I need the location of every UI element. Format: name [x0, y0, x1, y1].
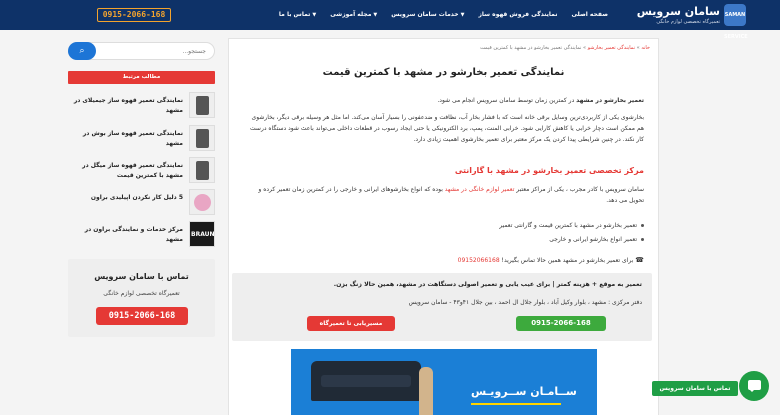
chevron-down-icon: ▼: [460, 11, 465, 18]
braun-logo-icon: BRAUN: [191, 231, 215, 238]
link-in-mashhad[interactable]: در مشهد: [445, 186, 467, 193]
banner-brand-text: ســامـان ســرویـس: [471, 385, 577, 398]
list-item: تعمیر بخارشو در مشهد با کمترین قیمت و گا…: [499, 222, 644, 229]
intro-text: در کمترین زمان توسط سامان سرویس انجام می…: [437, 97, 577, 104]
list-item-text: تعمیر انواع بخارشو ایرانی و خارجی: [549, 236, 637, 243]
list-item-text: تعمیر بخارشو در مشهد با کمترین قیمت و گا…: [499, 222, 637, 229]
machine-graphic: [196, 161, 209, 180]
chat-icon-tail: [749, 389, 755, 392]
chevron-down-icon: ▼: [312, 11, 317, 18]
description-paragraph: بخارشوی یکی از کاربردی‌ترین وسایل برقی خ…: [250, 114, 644, 143]
call-phone-button[interactable]: 0915-2066-168: [516, 316, 606, 331]
logo-badge-icon: SAMAN SERVICE: [724, 4, 748, 40]
list-item: تعمیر انواع بخارشو ایرانی و خارجی: [549, 236, 644, 243]
page-title: نمایندگی تعمیر بخارشو در مشهد با کمترین …: [322, 67, 565, 78]
couch-seat-graphic: [321, 375, 411, 387]
machine-graphic: [196, 129, 209, 148]
epilator-thumbnail[interactable]: [189, 189, 215, 215]
related-post-item[interactable]: 5 دلیل کار نکردن اپیلیدی براون: [68, 189, 215, 217]
search-button[interactable]: ⌕: [68, 42, 96, 60]
service-text: سامان سرویس با کادر مجرب ، یکی از مراکز …: [514, 186, 644, 193]
menu-item-label: صفحه اصلی: [571, 11, 608, 18]
coffee-maker-thumbnail[interactable]: [189, 125, 215, 151]
breadcrumb-separator: »: [583, 45, 587, 51]
person-graphic: [419, 367, 433, 415]
call-number-link[interactable]: 09152066168: [458, 257, 500, 264]
site-logo[interactable]: SAMAN SERVICE سامان سرویس تعمیرگاه تخصصی…: [634, 4, 748, 40]
intro-bold: تعمیر بخارشو در مشهد: [576, 97, 644, 104]
main-menu: صفحه اصلی نمایندگی فروش قهوه ساز خدمات س…: [279, 11, 608, 18]
related-post-title[interactable]: نمایندگی تعمیر قهوه ساز میگل در مشهد با …: [71, 161, 183, 181]
menu-item-label: نمایندگی فروش قهوه ساز: [478, 11, 558, 18]
epilator-graphic: [194, 194, 211, 211]
contact-subtitle: تعمیرگاه تخصصی لوازم خانگی: [103, 290, 180, 297]
link-appliance-repair[interactable]: تعمیر لوازم خانگی: [469, 186, 515, 193]
cta-address: دفتر مرکزی : مشهد ، بلوار وکیل آباد ، بل…: [408, 299, 642, 306]
breadcrumb-current: نمایندگی تعمیر بخارشو در مشهد با کمترین …: [480, 45, 582, 51]
search-box: ⌕: [68, 42, 215, 60]
call-line: ☎ برای تعمیر بخارشو در مشهد همین حالا تم…: [458, 256, 644, 264]
menu-item-label: مجله آموزشی: [330, 11, 372, 18]
logo-subtitle: تعمیرگاه تخصصی لوازم خانگی: [656, 19, 720, 25]
breadcrumb-home[interactable]: خانه: [641, 45, 650, 51]
search-icon: ⌕: [79, 46, 85, 56]
intro-paragraph: تعمیر بخارشو در مشهد در کمترین زمان توسط…: [243, 95, 644, 106]
article-banner-image: ســامـان ســرویـس: [291, 349, 597, 415]
phone-icon: ☎: [635, 256, 644, 264]
call-text: برای تعمیر بخارشو در مشهد همین حالا تماس…: [499, 257, 634, 264]
chat-button[interactable]: [739, 371, 769, 401]
cta-title: تعمیر به موقع + هزینه کمتر | برای عیب یا…: [333, 281, 642, 288]
related-posts-heading: مطالب مرتبط: [68, 71, 215, 84]
contact-title: تماس با سامان سرویس: [94, 272, 189, 281]
coffee-maker-thumbnail[interactable]: [189, 157, 215, 183]
breadcrumb: خانه » نمایندگی تعمیر بخارشو » نمایندگی …: [480, 45, 650, 51]
related-post-item[interactable]: نمایندگی تعمیر قهوه ساز میگل در مشهد با …: [68, 157, 215, 185]
section-heading: مرکز تخصصی تعمیر بخارشو در مشهد با گاران…: [454, 166, 644, 175]
braun-logo-thumbnail[interactable]: BRAUN: [189, 221, 215, 247]
search-input[interactable]: [106, 45, 206, 58]
related-post-title[interactable]: نمایندگی تعمیر قهوه ساز بوش در مشهد: [71, 129, 183, 149]
route-to-workshop-button[interactable]: مسیریابی تا تعمیرگاه: [307, 316, 395, 331]
menu-item-magazine[interactable]: مجله آموزشی ▼: [330, 11, 377, 18]
related-post-title[interactable]: نمایندگی تعمیر قهوه ساز جیمیلای در مشهد: [71, 96, 183, 116]
header-phone-button[interactable]: 0915-2066-168: [97, 8, 171, 22]
machine-graphic: [196, 96, 209, 115]
sidebar-contact-box: تماس با سامان سرویس تعمیرگاه تخصصی لوازم…: [68, 259, 215, 337]
bullet-icon: [641, 224, 644, 227]
service-paragraph: سامان سرویس با کادر مجرب ، یکی از مراکز …: [243, 184, 644, 206]
site-header: SAMAN SERVICE سامان سرویس تعمیرگاه تخصصی…: [0, 0, 780, 40]
banner-underline: [471, 403, 561, 405]
chat-label[interactable]: تماس با سامان سرویس: [652, 381, 738, 396]
chevron-down-icon: ▼: [373, 11, 378, 18]
menu-item-services[interactable]: خدمات سامان سرویس ▼: [391, 11, 464, 18]
logo-title: سامان سرویس: [636, 5, 720, 18]
menu-item-contact[interactable]: تماس با ما ▼: [279, 11, 316, 18]
breadcrumb-separator: »: [636, 45, 640, 51]
menu-item-label: خدمات سامان سرویس: [391, 11, 459, 18]
related-post-title[interactable]: مرکز خدمات و نمایندگی براون در مشهد: [71, 225, 183, 245]
menu-item-label: تماس با ما: [278, 11, 311, 18]
related-post-item[interactable]: نمایندگی تعمیر قهوه ساز بوش در مشهد: [68, 125, 215, 153]
menu-item-home[interactable]: صفحه اصلی: [571, 11, 608, 18]
related-post-title[interactable]: 5 دلیل کار نکردن اپیلیدی براون: [71, 193, 183, 203]
espresso-machine-thumbnail[interactable]: [189, 92, 215, 118]
contact-phone-button[interactable]: 0915-2066-168: [96, 307, 188, 325]
menu-item-coffee-sales[interactable]: نمایندگی فروش قهوه ساز: [478, 11, 557, 18]
bullet-icon: [641, 238, 644, 241]
related-post-item[interactable]: BRAUN مرکز خدمات و نمایندگی براون در مشه…: [68, 221, 215, 249]
related-post-item[interactable]: نمایندگی تعمیر قهوه ساز جیمیلای در مشهد: [68, 92, 215, 120]
breadcrumb-category[interactable]: نمایندگی تعمیر بخارشو: [588, 45, 635, 51]
